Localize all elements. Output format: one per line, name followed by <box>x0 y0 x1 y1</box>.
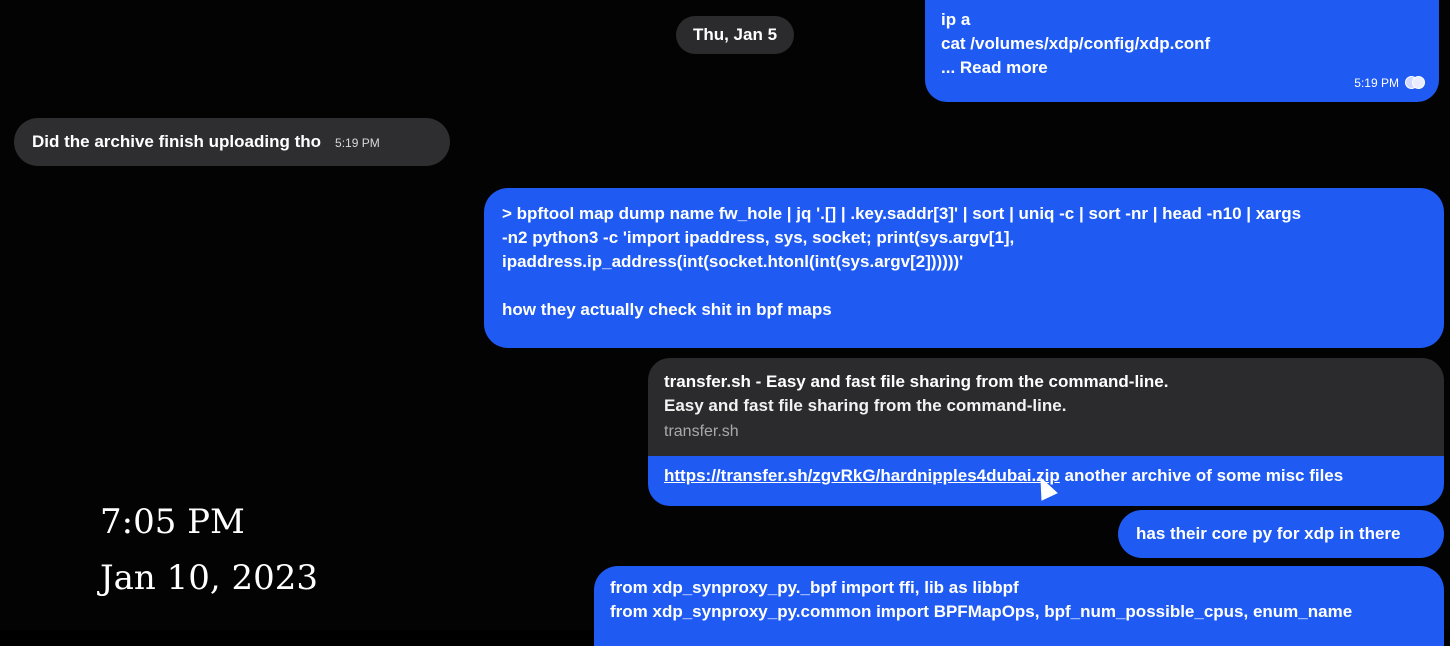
link-preview-description: Easy and fast file sharing from the comm… <box>664 396 1067 415</box>
chat-screen: Thu, Jan 5 ip a cat /volumes/xdp/config/… <box>0 0 1450 646</box>
message-text: another archive of some misc files <box>1059 466 1344 485</box>
message-line: -n2 python3 -c 'import ipaddress, sys, s… <box>502 228 1015 247</box>
message-line: ipaddress.ip_address(int(socket.htonl(in… <box>502 252 964 271</box>
message-line: cat /volumes/xdp/config/xdp.conf <box>941 34 1211 53</box>
overlay-time: 7:05 PM <box>100 502 245 542</box>
message-time: 5:19 PM <box>335 136 380 150</box>
read-more-link[interactable]: ... Read more <box>941 56 1423 80</box>
link-preview-info[interactable]: transfer.sh - Easy and fast file sharing… <box>648 358 1444 456</box>
link-preview-domain: transfer.sh <box>664 423 739 440</box>
message-bubble-top[interactable]: ip a cat /volumes/xdp/config/xdp.conf ..… <box>925 0 1439 102</box>
message-bubble-imports[interactable]: from xdp_synproxy_py._bpf import ffi, li… <box>594 566 1444 646</box>
message-line: from xdp_synproxy_py.common import BPFMa… <box>610 602 1353 621</box>
seen-avatars-icon <box>1405 76 1425 90</box>
message-line: how they actually check shit in bpf maps <box>502 300 832 319</box>
message-bubble-incoming[interactable]: Did the archive finish uploading tho 5:1… <box>14 118 450 166</box>
date-separator: Thu, Jan 5 <box>676 16 794 54</box>
message-bubble-core[interactable]: has their core py for xdp in there <box>1118 510 1444 558</box>
message-line: from xdp_synproxy_py._bpf import ffi, li… <box>610 578 1019 597</box>
message-line: ip a <box>941 10 971 29</box>
message-time: 5:19 PM <box>1354 76 1399 90</box>
message-text: Did the archive finish uploading tho <box>32 132 322 151</box>
link-preview-title: transfer.sh - Easy and fast file sharing… <box>664 372 1169 391</box>
message-link[interactable]: https://transfer.sh/zgvRkG/hardnipples4d… <box>664 466 1060 485</box>
message-text: has their core py for xdp in there <box>1136 524 1401 543</box>
message-bubble-command[interactable]: > bpftool map dump name fw_hole | jq '.[… <box>484 188 1444 348</box>
message-meta: 5:19 PM <box>1354 71 1425 95</box>
message-line: > bpftool map dump name fw_hole | jq '.[… <box>502 204 1302 223</box>
overlay-date: Jan 10, 2023 <box>100 558 319 598</box>
